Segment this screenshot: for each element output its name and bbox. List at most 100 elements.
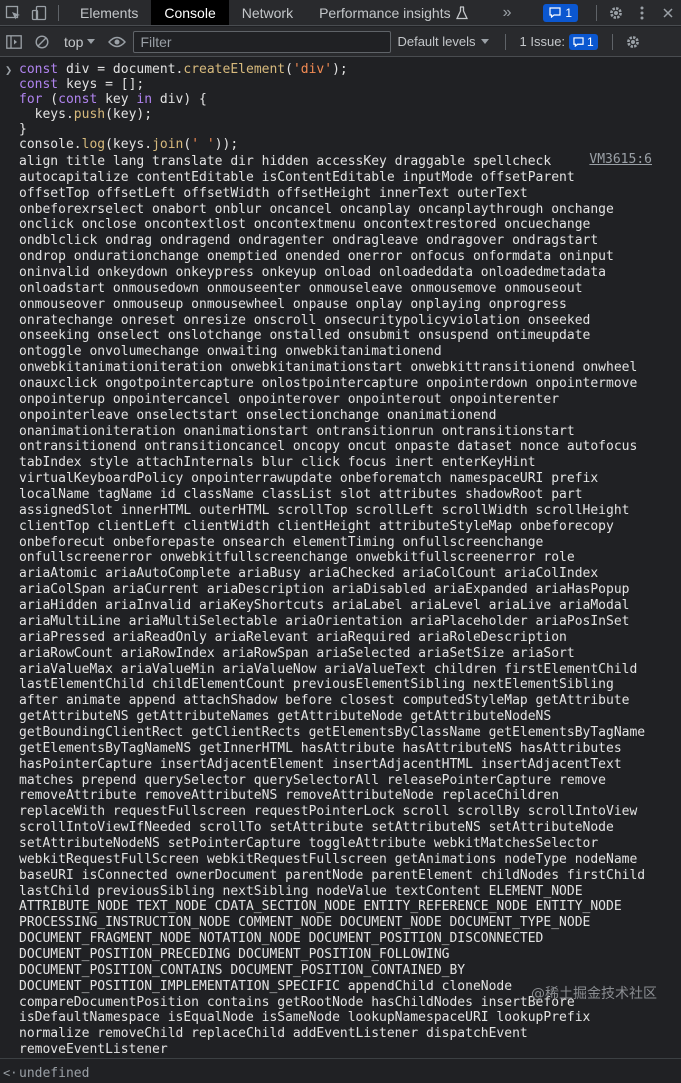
more-options-icon[interactable] xyxy=(629,0,655,26)
context-selector[interactable]: top xyxy=(56,34,103,50)
issue-message-icon xyxy=(573,36,584,47)
log-output-line: oninvalid onkeydown onkeypress onkeyup o… xyxy=(19,265,606,281)
code-line: console.log(keys.join(' ')); xyxy=(19,137,239,152)
log-output-line: normalize removeChild replaceChild addEv… xyxy=(19,1026,528,1042)
clear-console-icon[interactable] xyxy=(28,28,56,56)
issues-label: 1 Issue: xyxy=(519,34,566,49)
log-output-line: ariaColSpan ariaCurrent ariaDescription … xyxy=(19,582,630,598)
log-output-line: virtualKeyboardPolicy onpointerrawupdate… xyxy=(19,471,599,487)
log-output-line: PROCESSING_INSTRUCTION_NODE COMMENT_NODE… xyxy=(19,915,591,931)
code-line: keys.push(key); xyxy=(19,107,153,122)
toolbar-divider xyxy=(58,4,59,21)
log-output-line: onauxclick ongotpointercapture onlostpoi… xyxy=(19,376,638,392)
log-output-line: onmouseover onmouseup onmousewheel onpau… xyxy=(19,296,567,312)
log-output-line: getAttributeNS getAttributeNames getAttr… xyxy=(19,709,552,725)
log-output-line: scrollIntoViewIfNeeded scrollTo setAttri… xyxy=(19,820,614,836)
tab-console[interactable]: Console xyxy=(151,0,229,25)
more-tabs-button[interactable]: » xyxy=(481,0,520,25)
toolbar-divider xyxy=(504,33,506,50)
filter-input[interactable]: Filter xyxy=(133,30,392,53)
toolbar-divider xyxy=(611,33,613,50)
live-expression-eye-icon[interactable] xyxy=(103,28,131,56)
messages-count: 1 xyxy=(565,5,572,20)
log-output-line: ariaValueMax ariaValueMin ariaValueNow a… xyxy=(19,661,638,677)
log-output-line: DOCUMENT_POSITION_PRECEDING DOCUMENT_POS… xyxy=(19,946,450,962)
log-output-line: ariaMultiLine ariaMultiSelectable ariaOr… xyxy=(19,613,630,629)
result-arrow-icon: <· xyxy=(3,1065,18,1080)
sidebar-toggle-icon[interactable] xyxy=(0,28,28,56)
tabbar-right-controls: 1 xyxy=(543,0,681,25)
log-output-line: ATTRIBUTE_NODE TEXT_NODE CDATA_SECTION_N… xyxy=(19,899,622,915)
log-output-line: baseURI isConnected ownerDocument parent… xyxy=(19,867,646,883)
log-output-line: after animate append attachShadow before… xyxy=(19,693,630,709)
log-output-line: isDefaultNamespace isEqualNode isSameNod… xyxy=(19,1010,591,1026)
console-settings-gear-icon[interactable] xyxy=(619,28,647,56)
log-output-line: assignedSlot innerHTML outerHTML scrollT… xyxy=(19,502,630,518)
log-output-line: onloadstart onmousedown onmouseenter onm… xyxy=(19,280,583,296)
log-output-line: onratechange onreset onresize onscroll o… xyxy=(19,312,591,328)
console-result: <· undefined xyxy=(0,1059,681,1081)
flask-icon xyxy=(455,5,468,20)
log-output-line: removeAttribute removeAttributeNS remove… xyxy=(19,788,560,804)
log-output-line: onbeforexrselect onabort onblur oncancel… xyxy=(19,201,614,217)
watermark: @稀土掘金技术社区 xyxy=(531,986,657,1002)
context-selector-label: top xyxy=(64,33,84,50)
code-line: const div = document.createElement('div'… xyxy=(19,62,348,77)
prompt-chevron-icon: ❯ xyxy=(5,63,13,77)
log-output-line: removeEventListener xyxy=(19,1042,168,1058)
issues-count-badge: 1 xyxy=(569,33,598,50)
log-output-line: DOCUMENT_POSITION_CONTAINS DOCUMENT_POSI… xyxy=(19,962,466,978)
log-output-line: onfullscreenerror onwebkitfullscreenchan… xyxy=(19,550,575,566)
log-output-line: ontoggle onvolumechange onwaiting onwebk… xyxy=(19,344,442,360)
tab-network[interactable]: Network xyxy=(229,0,306,25)
log-text: align title lang translate dir hidden ac… xyxy=(19,154,681,1058)
log-output-line: onbeforecut onbeforepaste onsearch eleme… xyxy=(19,534,544,550)
tab-performance-insights[interactable]: Performance insights xyxy=(306,0,481,25)
log-levels-dropdown[interactable]: Default levels xyxy=(391,34,498,49)
code-line: } xyxy=(19,122,27,137)
log-output-line: ondblclick ondrag ondragend ondragenter … xyxy=(19,233,599,249)
close-icon[interactable] xyxy=(655,0,681,26)
log-output-line: localName tagName id className classList… xyxy=(19,487,583,503)
toolbar-divider xyxy=(596,4,597,21)
log-output-line: ariaRowCount ariaRowIndex ariaRowSpan ar… xyxy=(19,645,575,661)
console-log-output: VM3615:6 align title lang translate dir … xyxy=(0,152,681,1059)
console-messages: ❯ const div = document.createElement('di… xyxy=(0,58,681,1083)
log-output-line: onpointerup onpointercancel onpointerove… xyxy=(19,391,560,407)
messages-badge[interactable]: 1 xyxy=(543,3,578,22)
log-output-line: onpointerleave onselectstart onselection… xyxy=(19,407,497,423)
code-line: const keys = []; xyxy=(19,77,145,92)
log-output-line: onseeking onselect onslotchange onstalle… xyxy=(19,328,591,344)
log-levels-label: Default levels xyxy=(397,34,476,49)
log-output-line: DOCUMENT_FRAGMENT_NODE NOTATION_NODE DOC… xyxy=(19,931,544,947)
log-output-line: onanimationiteration onanimationstart on… xyxy=(19,423,575,439)
dropdown-arrow-icon xyxy=(87,39,96,44)
log-output-line: matches prepend querySelector querySelec… xyxy=(19,772,606,788)
tab-elements[interactable]: Elements xyxy=(67,0,151,25)
code-line: for (const key in div) { xyxy=(19,92,207,107)
log-output-line: ariaAtomic ariaAutoComplete ariaBusy ari… xyxy=(19,566,599,582)
log-output-line: clientTop clientLeft clientWidth clientH… xyxy=(19,518,614,534)
issues-button[interactable]: 1 Issue: 1 xyxy=(512,33,606,50)
console-input-echo: ❯ const div = document.createElement('di… xyxy=(0,58,681,152)
log-output-line: tabIndex style attachInternals blur clic… xyxy=(19,455,536,471)
log-output-line: ondrop ondurationchange onemptied onende… xyxy=(19,249,614,265)
device-toolbar-icon[interactable] xyxy=(26,0,52,26)
inspect-element-icon[interactable] xyxy=(0,0,26,26)
log-output-line: setAttributeNodeNS setPointerCapture tog… xyxy=(19,835,599,851)
log-output-line: getElementsByTagNameNS getInnerHTML hasA… xyxy=(19,740,622,756)
log-output-line: hasPointerCapture insertAdjacentElement … xyxy=(19,756,622,772)
log-output-line: onclick onclose oncontextlost oncontextm… xyxy=(19,217,591,233)
log-output-line: autocapitalize contentEditable isContent… xyxy=(19,169,575,185)
result-value: undefined xyxy=(19,1065,90,1081)
log-output-line: replaceWith requestFullscreen requestPoi… xyxy=(19,804,638,820)
tab-performance-insights-label: Performance insights xyxy=(319,4,451,21)
dropdown-arrow-icon xyxy=(480,39,489,44)
log-output-line: offsetTop offsetLeft offsetWidth offsetH… xyxy=(19,185,528,201)
log-output-line: webkitRequestFullScreen webkitRequestFul… xyxy=(19,851,638,867)
log-output-line: lastChild previousSibling nextSibling no… xyxy=(19,883,583,899)
message-icon xyxy=(549,7,561,18)
settings-gear-icon[interactable] xyxy=(603,0,629,26)
issues-count: 1 xyxy=(587,34,594,49)
source-location-link[interactable]: VM3615:6 xyxy=(589,152,652,168)
